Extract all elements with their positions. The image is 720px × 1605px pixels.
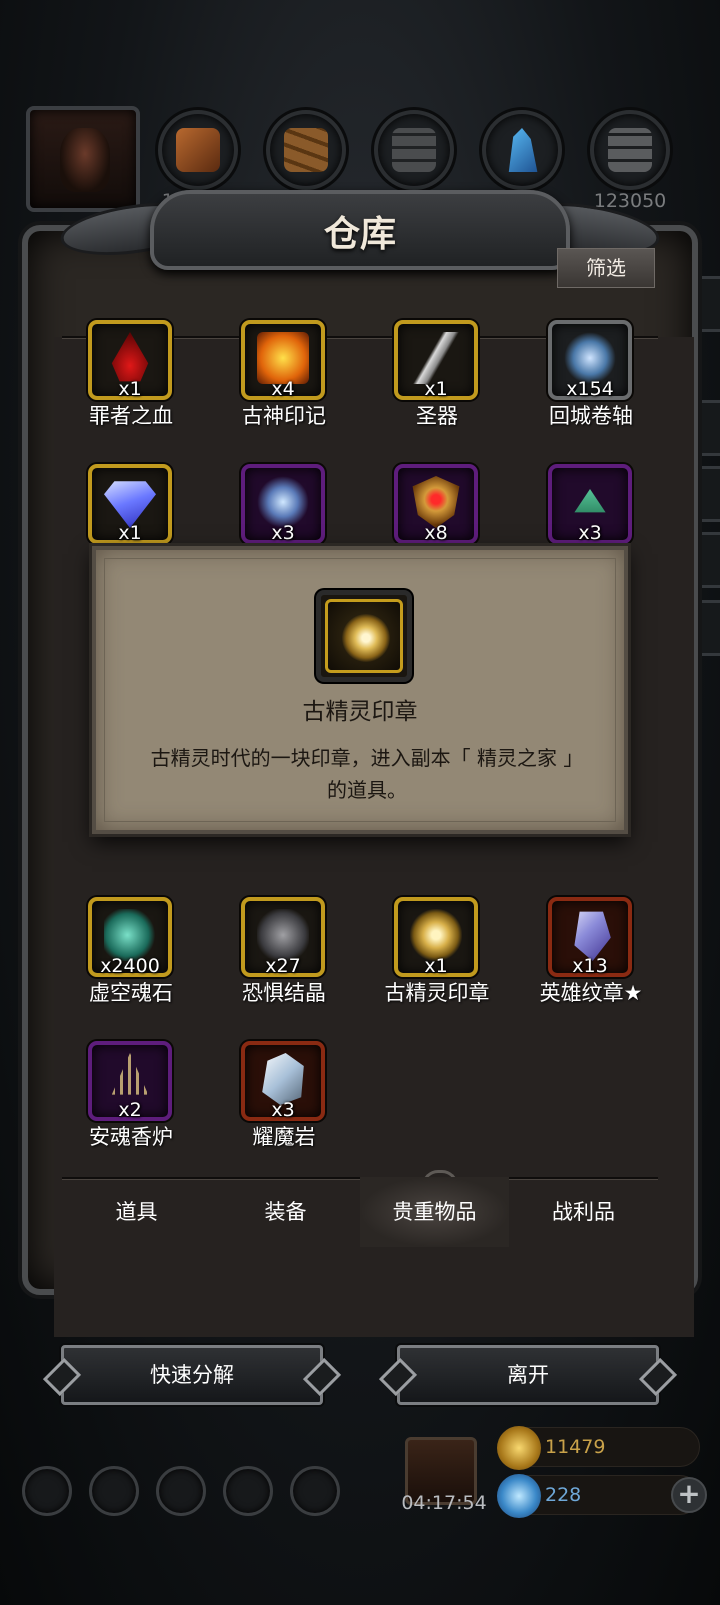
jade-pyramid-icon [574, 489, 606, 513]
gem-value: 228 [545, 1484, 582, 1506]
tooltip-item-frame [325, 599, 403, 673]
item-name: 安魂香炉 [89, 1125, 173, 1149]
fire-rune-icon [257, 332, 309, 384]
item-name: 回城卷轴 [549, 404, 633, 428]
tooltip-item-name: 古精灵印章 [302, 699, 418, 725]
item-cell[interactable]: x2 安魂香炉 [54, 1041, 208, 1181]
item-slot[interactable]: x2400 [88, 897, 172, 977]
item-qty: x27 [265, 955, 301, 977]
item-qty: x1 [424, 955, 448, 977]
item-slot[interactable]: x3 [241, 464, 325, 544]
item-name: 恐惧结晶 [242, 981, 326, 1005]
item-name: 圣器 [416, 404, 458, 428]
hero-emblem-icon [574, 911, 611, 961]
item-slot[interactable]: x1 [88, 320, 172, 400]
item-qty: x3 [271, 522, 295, 544]
copper-ore-icon[interactable] [158, 110, 238, 190]
storm-orb-icon [257, 476, 309, 528]
elf-seal-icon [410, 909, 462, 961]
gem-counter: 228 [497, 1474, 700, 1518]
item-slot[interactable]: x13 [548, 897, 632, 977]
item-cell[interactable]: x4 古神印记 [207, 320, 361, 460]
item-name: 罪者之血 [89, 404, 173, 428]
blue-gem-icon [497, 1474, 541, 1518]
item-slot[interactable]: x154 [548, 320, 632, 400]
stone-bricks-icon[interactable] [374, 110, 454, 190]
item-name: 英雄纹章★ [539, 981, 643, 1005]
item-slot[interactable]: x2 [88, 1041, 172, 1121]
settings-gear-icon[interactable] [22, 1466, 72, 1516]
elf-seal-icon [342, 614, 390, 662]
item-cell[interactable]: x2400 虚空魂石 [54, 897, 208, 1037]
item-slot[interactable]: x4 [241, 320, 325, 400]
item-qty: x4 [271, 378, 295, 400]
item-name: 古精灵印章 [384, 981, 490, 1005]
item-cell[interactable]: x1 古精灵印章 [360, 897, 514, 1037]
item-qty: x2 [118, 1099, 142, 1121]
item-qty: x1 [424, 378, 448, 400]
add-currency-button[interactable]: + [671, 1477, 707, 1513]
item-cell[interactable]: x13 英雄纹章★ [514, 897, 668, 1037]
mail-icon[interactable] [223, 1466, 273, 1516]
tooltip-description: 古精灵时代的一块印章，进入副本「 精灵之家 」的道具。 [150, 746, 584, 802]
wood-planks-icon[interactable] [266, 110, 346, 190]
tab-props[interactable]: 道具 [62, 1177, 211, 1247]
item-slot[interactable]: x1 [88, 464, 172, 544]
gold-value: 11479 [545, 1436, 606, 1458]
holy-blade-icon [410, 332, 462, 384]
gold-counter: 11479 [497, 1426, 700, 1470]
blue-crystal-icon[interactable] [482, 110, 562, 190]
iron-ingot-icon[interactable] [590, 110, 670, 190]
crest-shield-icon [412, 476, 460, 528]
gift-timer: 04:17:54 [401, 1492, 487, 1514]
gold-coin-icon [497, 1426, 541, 1470]
map-icon[interactable] [156, 1466, 206, 1516]
item-qty: x1 [118, 522, 142, 544]
demon-rock-icon [262, 1053, 304, 1105]
item-cell[interactable]: x27 恐惧结晶 [207, 897, 361, 1037]
item-slot[interactable]: x3 [241, 1041, 325, 1121]
item-qty: x3 [578, 522, 602, 544]
item-cell[interactable]: x1 圣器 [360, 320, 514, 460]
item-cell[interactable]: x1 罪者之血 [54, 320, 208, 460]
fear-crystal-icon [257, 909, 309, 961]
item-name: 虚空魂石 [89, 981, 173, 1005]
void-soulstone-icon [104, 909, 156, 961]
star-medal-icon[interactable] [89, 1466, 139, 1516]
item-qty: x3 [271, 1099, 295, 1121]
quick-decompose-button[interactable]: 快速分解 [61, 1345, 323, 1405]
item-name: 耀魔岩 [252, 1125, 316, 1149]
item-qty: x8 [424, 522, 448, 544]
tab-loot[interactable]: 战利品 [509, 1177, 658, 1247]
diamond-icon [104, 481, 156, 528]
item-qty: x2400 [100, 955, 160, 977]
item-cell[interactable]: x154 回城卷轴 [514, 320, 668, 460]
item-qty: x13 [572, 955, 608, 977]
item-slot[interactable]: x1 [394, 897, 478, 977]
item-slot[interactable]: x8 [394, 464, 478, 544]
leave-button[interactable]: 离开 [397, 1345, 659, 1405]
hero-portrait[interactable] [26, 106, 140, 212]
item-slot[interactable]: x1 [394, 320, 478, 400]
box-icon[interactable] [290, 1466, 340, 1516]
censer-icon [111, 1053, 149, 1095]
tab-valuables[interactable]: 贵重物品 [360, 1177, 509, 1247]
item-slot[interactable]: x27 [241, 897, 325, 977]
item-name: 古神印记 [242, 404, 326, 428]
portal-scroll-icon [564, 332, 616, 384]
item-qty: x1 [118, 378, 142, 400]
tooltip-item-slot [316, 590, 412, 682]
tab-equipment[interactable]: 装备 [211, 1177, 360, 1247]
item-cell[interactable]: x3 耀魔岩 [207, 1041, 361, 1181]
item-qty: x154 [566, 378, 614, 400]
item-tooltip: 古精灵印章 古精灵时代的一块印章，进入副本「 精灵之家 」的道具。 [92, 546, 628, 834]
filter-button[interactable]: 筛选 [557, 248, 655, 288]
blood-drop-icon [111, 332, 149, 382]
category-tabs: 道具 装备 贵重物品 战利品 [62, 1177, 658, 1247]
item-slot[interactable]: x3 [548, 464, 632, 544]
